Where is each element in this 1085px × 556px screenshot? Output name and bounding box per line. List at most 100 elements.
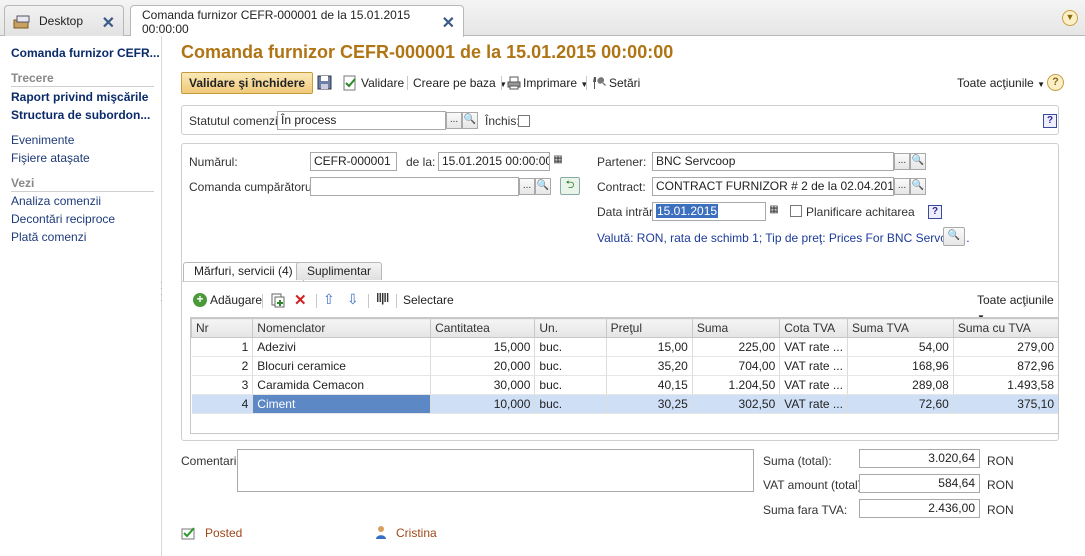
- status-search-icon[interactable]: 🔍: [462, 112, 478, 129]
- column-header[interactable]: Suma: [691, 318, 781, 338]
- column-header[interactable]: Cota TVA: [779, 318, 848, 338]
- delete-row-icon[interactable]: ✕: [294, 291, 307, 309]
- copy-row-icon[interactable]: [270, 292, 286, 308]
- table-cell: 375,10: [953, 394, 1060, 414]
- entry-date-field[interactable]: 15.01.2015: [652, 202, 766, 221]
- barcode-icon[interactable]: ‖|‖: [376, 291, 389, 305]
- column-header[interactable]: Un.: [534, 318, 607, 338]
- column-header[interactable]: Nr: [190, 318, 254, 338]
- table-cell: 704,00: [692, 356, 781, 376]
- number-field[interactable]: CEFR-000001: [310, 152, 397, 171]
- buyer-order-search-icon[interactable]: 🔍: [535, 178, 551, 195]
- chevron-down-icon: ▼: [580, 80, 589, 89]
- table-cell: Ciment: [252, 394, 432, 414]
- save-icon[interactable]: [317, 75, 333, 91]
- date-field[interactable]: 15.01.2015 00:00:00: [438, 152, 550, 171]
- move-down-icon[interactable]: ⇩: [347, 291, 359, 308]
- tab-order[interactable]: Comanda furnizor CEFR-000001 de la 15.01…: [130, 5, 464, 37]
- table-cell: 302,50: [692, 394, 781, 414]
- nav-item-attached-files[interactable]: Fişiere ataşate: [11, 151, 90, 165]
- date-label: de la:: [406, 155, 436, 169]
- nav-item-events[interactable]: Evenimente: [11, 133, 74, 147]
- buyer-order-open-icon[interactable]: ⮌: [560, 177, 580, 195]
- net-total-currency: RON: [987, 503, 1014, 517]
- planning-help-icon[interactable]: ?: [928, 205, 942, 219]
- create-based-dropdown[interactable]: Creare pe baza ▼: [413, 75, 507, 93]
- table-row[interactable]: 1 Adezivi 15,000 buc. 15,00 225,00 VAT r…: [191, 337, 1060, 357]
- all-actions-dropdown[interactable]: Toate acţiunile ▼: [957, 75, 1045, 93]
- nav-item-settlements[interactable]: Decontări reciproce: [11, 212, 115, 226]
- status-field[interactable]: În process: [277, 111, 446, 130]
- comment-textarea[interactable]: [237, 449, 754, 492]
- tab-goods-services[interactable]: Mărfuri, servicii (4): [183, 262, 304, 281]
- contract-search-icon[interactable]: 🔍: [910, 178, 926, 195]
- tabs-menu-icon[interactable]: ▼: [1062, 10, 1078, 26]
- partner-field[interactable]: BNC Servcoop: [652, 152, 894, 171]
- close-tab-desktop-icon[interactable]: ✕: [102, 13, 115, 33]
- sum-total-currency: RON: [987, 454, 1014, 468]
- entry-date-calendar-icon[interactable]: ▦: [766, 203, 782, 220]
- posted-check-icon: [181, 525, 197, 541]
- nav-item-movement-report[interactable]: Raport privind mişcările: [11, 90, 148, 104]
- nav-item-order-payment[interactable]: Plată comenzi: [11, 230, 86, 244]
- table-row-selected[interactable]: 4 Ciment 10,000 buc. 30,25 302,50 VAT ra…: [191, 394, 1060, 414]
- nav-item-order-analysis[interactable]: Analiza comenzii: [11, 194, 101, 208]
- table-cell: Caramida Cemacon: [252, 375, 432, 395]
- sum-total-label: Suma (total):: [763, 454, 832, 468]
- validate-icon: [342, 75, 358, 91]
- table-cell: 289,08: [847, 375, 954, 395]
- column-header[interactable]: Nomenclator: [252, 318, 432, 338]
- table-cell: 30,25: [606, 394, 693, 414]
- validate-and-close-button[interactable]: Validare şi închidere: [181, 72, 314, 94]
- table-row[interactable]: 2 Blocuri ceramice 20,000 buc. 35,20 704…: [191, 356, 1060, 376]
- vat-total-field: 584,64: [859, 474, 980, 493]
- table-cell: VAT rate ...: [779, 356, 848, 376]
- splitter-handle[interactable]: · · · ·: [160, 279, 164, 308]
- table-cell: 279,00: [953, 337, 1060, 357]
- move-up-icon[interactable]: ⇧: [323, 291, 335, 308]
- add-button[interactable]: Adăugare: [210, 292, 262, 308]
- table-cell: 20,000: [430, 356, 536, 376]
- table-cell: buc.: [534, 337, 607, 357]
- form-toolbar: Validare şi închidere Validare Creare pe…: [181, 72, 1076, 94]
- print-dropdown[interactable]: Imprimare ▼: [523, 75, 588, 93]
- currency-info-link[interactable]: Valută: RON, rata de schimb 1; Tip de pr…: [597, 231, 970, 245]
- column-header[interactable]: Cantitatea: [430, 318, 536, 338]
- currency-info-search-icon[interactable]: 🔍: [943, 227, 965, 246]
- status-help-icon[interactable]: ?: [1043, 114, 1057, 128]
- column-header[interactable]: Suma cu TVA: [952, 318, 1060, 338]
- tab-desktop[interactable]: Desktop ✕: [4, 5, 124, 36]
- net-total-field: 2.436,00: [859, 499, 980, 518]
- main-form: Comanda furnizor CEFR-000001 de la 15.01…: [170, 36, 1085, 556]
- buyer-order-select-button[interactable]: ...: [519, 178, 535, 195]
- closed-checkbox[interactable]: [518, 115, 530, 127]
- nav-item-subordination[interactable]: Structura de subordon...: [11, 108, 150, 122]
- table-cell: buc.: [534, 394, 607, 414]
- column-header[interactable]: Suma TVA: [846, 318, 954, 338]
- window-tab-bar: Desktop ✕ Comanda furnizor CEFR-000001 d…: [0, 0, 1085, 37]
- buyer-order-field[interactable]: [310, 177, 519, 196]
- calendar-icon[interactable]: ▦: [550, 153, 566, 170]
- close-tab-order-icon[interactable]: ✕: [442, 13, 455, 33]
- table-cell: 1: [191, 337, 254, 357]
- contract-field[interactable]: CONTRACT FURNIZOR # 2 de la 02.04.2015 (…: [652, 177, 894, 196]
- nav-header-order[interactable]: Comanda furnizor CEFR...: [11, 46, 160, 60]
- status-select-button[interactable]: ...: [446, 112, 462, 129]
- print-label: Imprimare: [523, 76, 578, 90]
- tab-additional[interactable]: Suplimentar: [296, 262, 383, 280]
- column-header[interactable]: Preţul: [605, 318, 693, 338]
- settings-button[interactable]: Setări: [609, 75, 640, 91]
- select-button[interactable]: Selectare: [403, 292, 454, 308]
- desktop-icon: [13, 14, 31, 29]
- partner-select-button[interactable]: ...: [894, 153, 910, 170]
- validate-button[interactable]: Validare: [361, 75, 404, 91]
- table-header-row: Nr Nomenclator Cantitatea Un. Preţul Sum…: [190, 318, 1060, 338]
- toolbar-separator: [368, 294, 369, 308]
- table-cell: 1.204,50: [692, 375, 781, 395]
- table-row[interactable]: 3 Caramida Cemacon 30,000 buc. 40,15 1.2…: [191, 375, 1060, 395]
- contract-select-button[interactable]: ...: [894, 178, 910, 195]
- table-cell: 15,00: [606, 337, 693, 357]
- help-circle-icon[interactable]: ?: [1047, 74, 1064, 91]
- partner-search-icon[interactable]: 🔍: [910, 153, 926, 170]
- planning-checkbox[interactable]: [790, 205, 802, 217]
